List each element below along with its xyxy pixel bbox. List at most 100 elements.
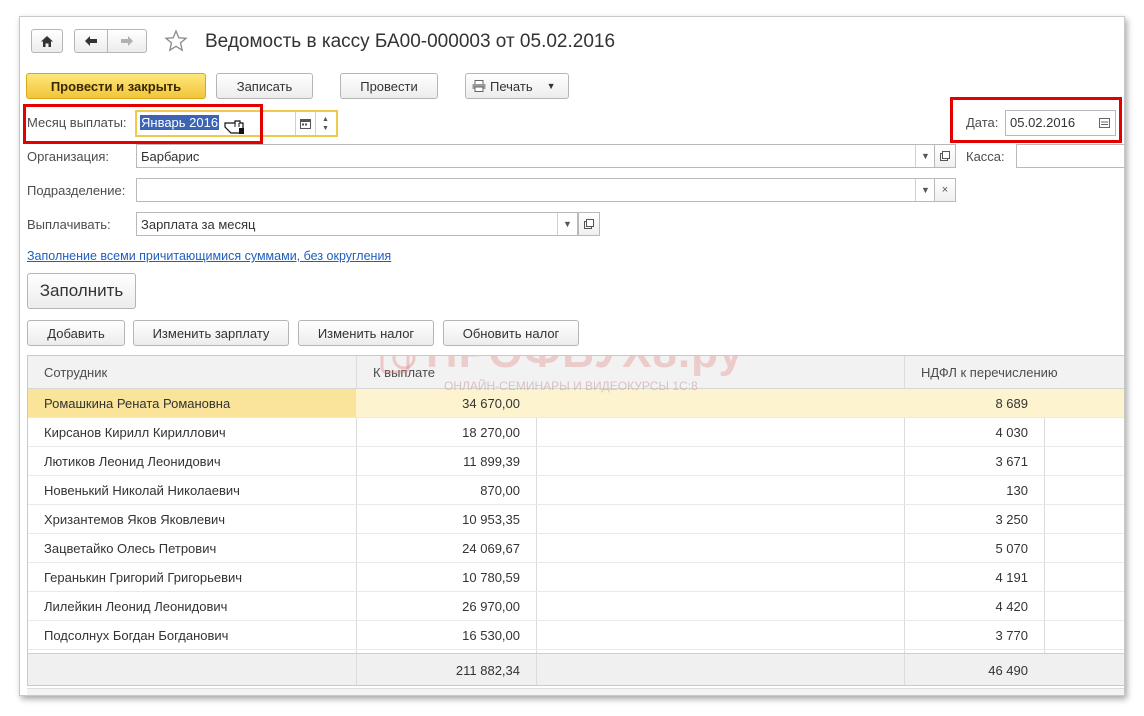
cell-pay: 11 899,39 (463, 454, 520, 469)
cell-employee: Кирсанов Кирилл Кириллович (44, 425, 226, 440)
col-divider (356, 356, 357, 389)
chevron-down-icon: ▼ (546, 81, 556, 91)
forward-button[interactable] (107, 29, 147, 53)
kassa-field[interactable] (1016, 144, 1124, 168)
table-row[interactable]: Лилейкин Леонид Леонидович 26 970,00 4 4… (28, 592, 1124, 621)
month-calendar-button[interactable] (295, 112, 315, 135)
cell-employee: Лилейкин Леонид Леонидович (44, 599, 228, 614)
calendar-icon (300, 119, 311, 129)
save-button[interactable]: Записать (216, 73, 313, 99)
printer-icon (472, 80, 486, 92)
cell-employee: Подсолнух Богдан Богданович (44, 628, 229, 643)
cell-tax: 3 770 (995, 628, 1028, 643)
horizontal-scrollbar[interactable] (27, 688, 1124, 695)
col-header-pay[interactable]: К выплате (373, 356, 435, 389)
cell-tax: 5 070 (995, 541, 1028, 556)
hand-pointer-icon (224, 120, 244, 134)
table-row[interactable]: Кирсанов Кирилл Кириллович 18 270,00 4 0… (28, 418, 1124, 447)
cell-employee: Ромашкина Рената Романовна (44, 396, 231, 411)
cell-tax: 3 671 (995, 454, 1028, 469)
cell-pay: 24 069,67 (462, 541, 520, 556)
close-icon: × (941, 184, 949, 196)
dept-clear-button[interactable]: × (934, 178, 956, 202)
table-row[interactable]: Ромашкина Рената Романовна 34 670,00 8 6… (28, 389, 1124, 418)
back-button[interactable] (74, 29, 108, 53)
calendar-icon (1098, 118, 1110, 128)
date-field[interactable]: 05.02.2016 (1005, 110, 1116, 136)
print-button-label: Печать (490, 78, 533, 94)
table-row[interactable]: Зацветайко Олесь Петрович 24 069,67 5 07… (28, 534, 1124, 563)
cell-pay: 16 530,00 (462, 628, 520, 643)
table-row[interactable]: Лютиков Леонид Леонидович 11 899,39 3 67… (28, 447, 1124, 476)
table-footer: 211 882,34 46 490 (28, 653, 1124, 685)
stepper-up-icon[interactable]: ▲ (322, 115, 329, 124)
fill-mode-link[interactable]: Заполнение всеми причитающимися суммами,… (27, 249, 391, 263)
month-value: Январь 2016 (140, 115, 220, 130)
cell-tax: 4 030 (995, 425, 1028, 440)
cell-pay: 10 780,59 (462, 570, 520, 585)
payroll-table[interactable]: Сотрудник К выплате НДФЛ к перечислению … (27, 355, 1124, 686)
col-divider (904, 356, 905, 389)
cell-pay: 34 670,00 (462, 396, 520, 411)
col-divider (536, 654, 537, 685)
print-button[interactable]: Печать ▼ (465, 73, 569, 99)
cell-tax: 8 689 (995, 396, 1028, 411)
org-label: Организация: (27, 149, 110, 164)
date-label: Дата: (966, 115, 999, 130)
pay-value: Зарплата за месяц (141, 217, 256, 232)
open-form-icon (940, 151, 950, 161)
org-dropdown-button[interactable]: ▼ (915, 145, 935, 167)
cell-pay: 10 953,35 (462, 512, 520, 527)
month-field[interactable]: Январь 2016 ▲ ▼ (135, 110, 338, 137)
table-row[interactable]: Геранькин Григорий Григорьевич 10 780,59… (28, 563, 1124, 592)
cell-tax: 4 420 (995, 599, 1028, 614)
cell-employee: Зацветайко Олесь Петрович (44, 541, 217, 556)
month-stepper[interactable]: ▲ ▼ (315, 112, 335, 135)
cell-pay: 18 270,00 (462, 425, 520, 440)
org-open-button[interactable] (934, 144, 956, 168)
col-divider (356, 654, 357, 685)
org-field[interactable]: Барбарис ▼ (136, 144, 936, 168)
table-row[interactable]: Хризантемов Яков Яковлевич 10 953,35 3 2… (28, 505, 1124, 534)
chevron-down-icon: ▼ (563, 219, 572, 229)
cell-employee: Лютиков Леонид Леонидович (44, 454, 221, 469)
window-title: Ведомость в кассу БА00-000003 от 05.02.2… (205, 31, 616, 52)
cell-employee: Хризантемов Яков Яковлевич (44, 512, 226, 527)
arrow-left-icon (85, 36, 97, 46)
chevron-down-icon: ▼ (921, 151, 930, 161)
cell-tax: 3 250 (995, 512, 1028, 527)
pay-open-button[interactable] (578, 212, 600, 236)
document-window: Ведомость в кассу БА00-000003 от 05.02.2… (19, 16, 1125, 696)
arrow-right-icon (121, 36, 133, 46)
table-header: Сотрудник К выплате НДФЛ к перечислению (28, 356, 1124, 389)
col-header-tax[interactable]: НДФЛ к перечислению (921, 356, 1058, 389)
update-tax-button[interactable]: Обновить налог (443, 320, 579, 346)
pay-dropdown-button[interactable]: ▼ (557, 213, 577, 235)
post-button[interactable]: Провести (340, 73, 438, 99)
dept-label: Подразделение: (27, 183, 126, 198)
cell-pay: 870,00 (480, 483, 520, 498)
dept-field[interactable]: ▼ (136, 178, 936, 202)
pay-label: Выплачивать: (27, 217, 111, 232)
date-calendar-button[interactable] (1094, 111, 1114, 135)
fill-button[interactable]: Заполнить (27, 273, 136, 309)
cell-employee: Новенький Николай Николаевич (44, 483, 240, 498)
pay-field[interactable]: Зарплата за месяц ▼ (136, 212, 578, 236)
change-salary-button[interactable]: Изменить зарплату (133, 320, 289, 346)
chevron-down-icon: ▼ (921, 185, 930, 195)
dept-dropdown-button[interactable]: ▼ (915, 179, 935, 201)
home-icon (41, 35, 53, 47)
cell-pay: 26 970,00 (462, 599, 520, 614)
col-divider (904, 654, 905, 685)
add-row-button[interactable]: Добавить (27, 320, 125, 346)
stepper-down-icon[interactable]: ▼ (322, 124, 329, 133)
change-tax-button[interactable]: Изменить налог (298, 320, 434, 346)
home-button[interactable] (31, 29, 63, 53)
cell-employee: Геранькин Григорий Григорьевич (44, 570, 243, 585)
col-header-employee[interactable]: Сотрудник (44, 356, 107, 389)
star-icon (164, 29, 188, 52)
post-and-close-button[interactable]: Провести и закрыть (26, 73, 206, 99)
table-row[interactable]: Подсолнух Богдан Богданович 16 530,00 3 … (28, 621, 1124, 650)
favorite-star-button[interactable] (164, 29, 190, 55)
table-row[interactable]: Новенький Николай Николаевич 870,00 130 (28, 476, 1124, 505)
